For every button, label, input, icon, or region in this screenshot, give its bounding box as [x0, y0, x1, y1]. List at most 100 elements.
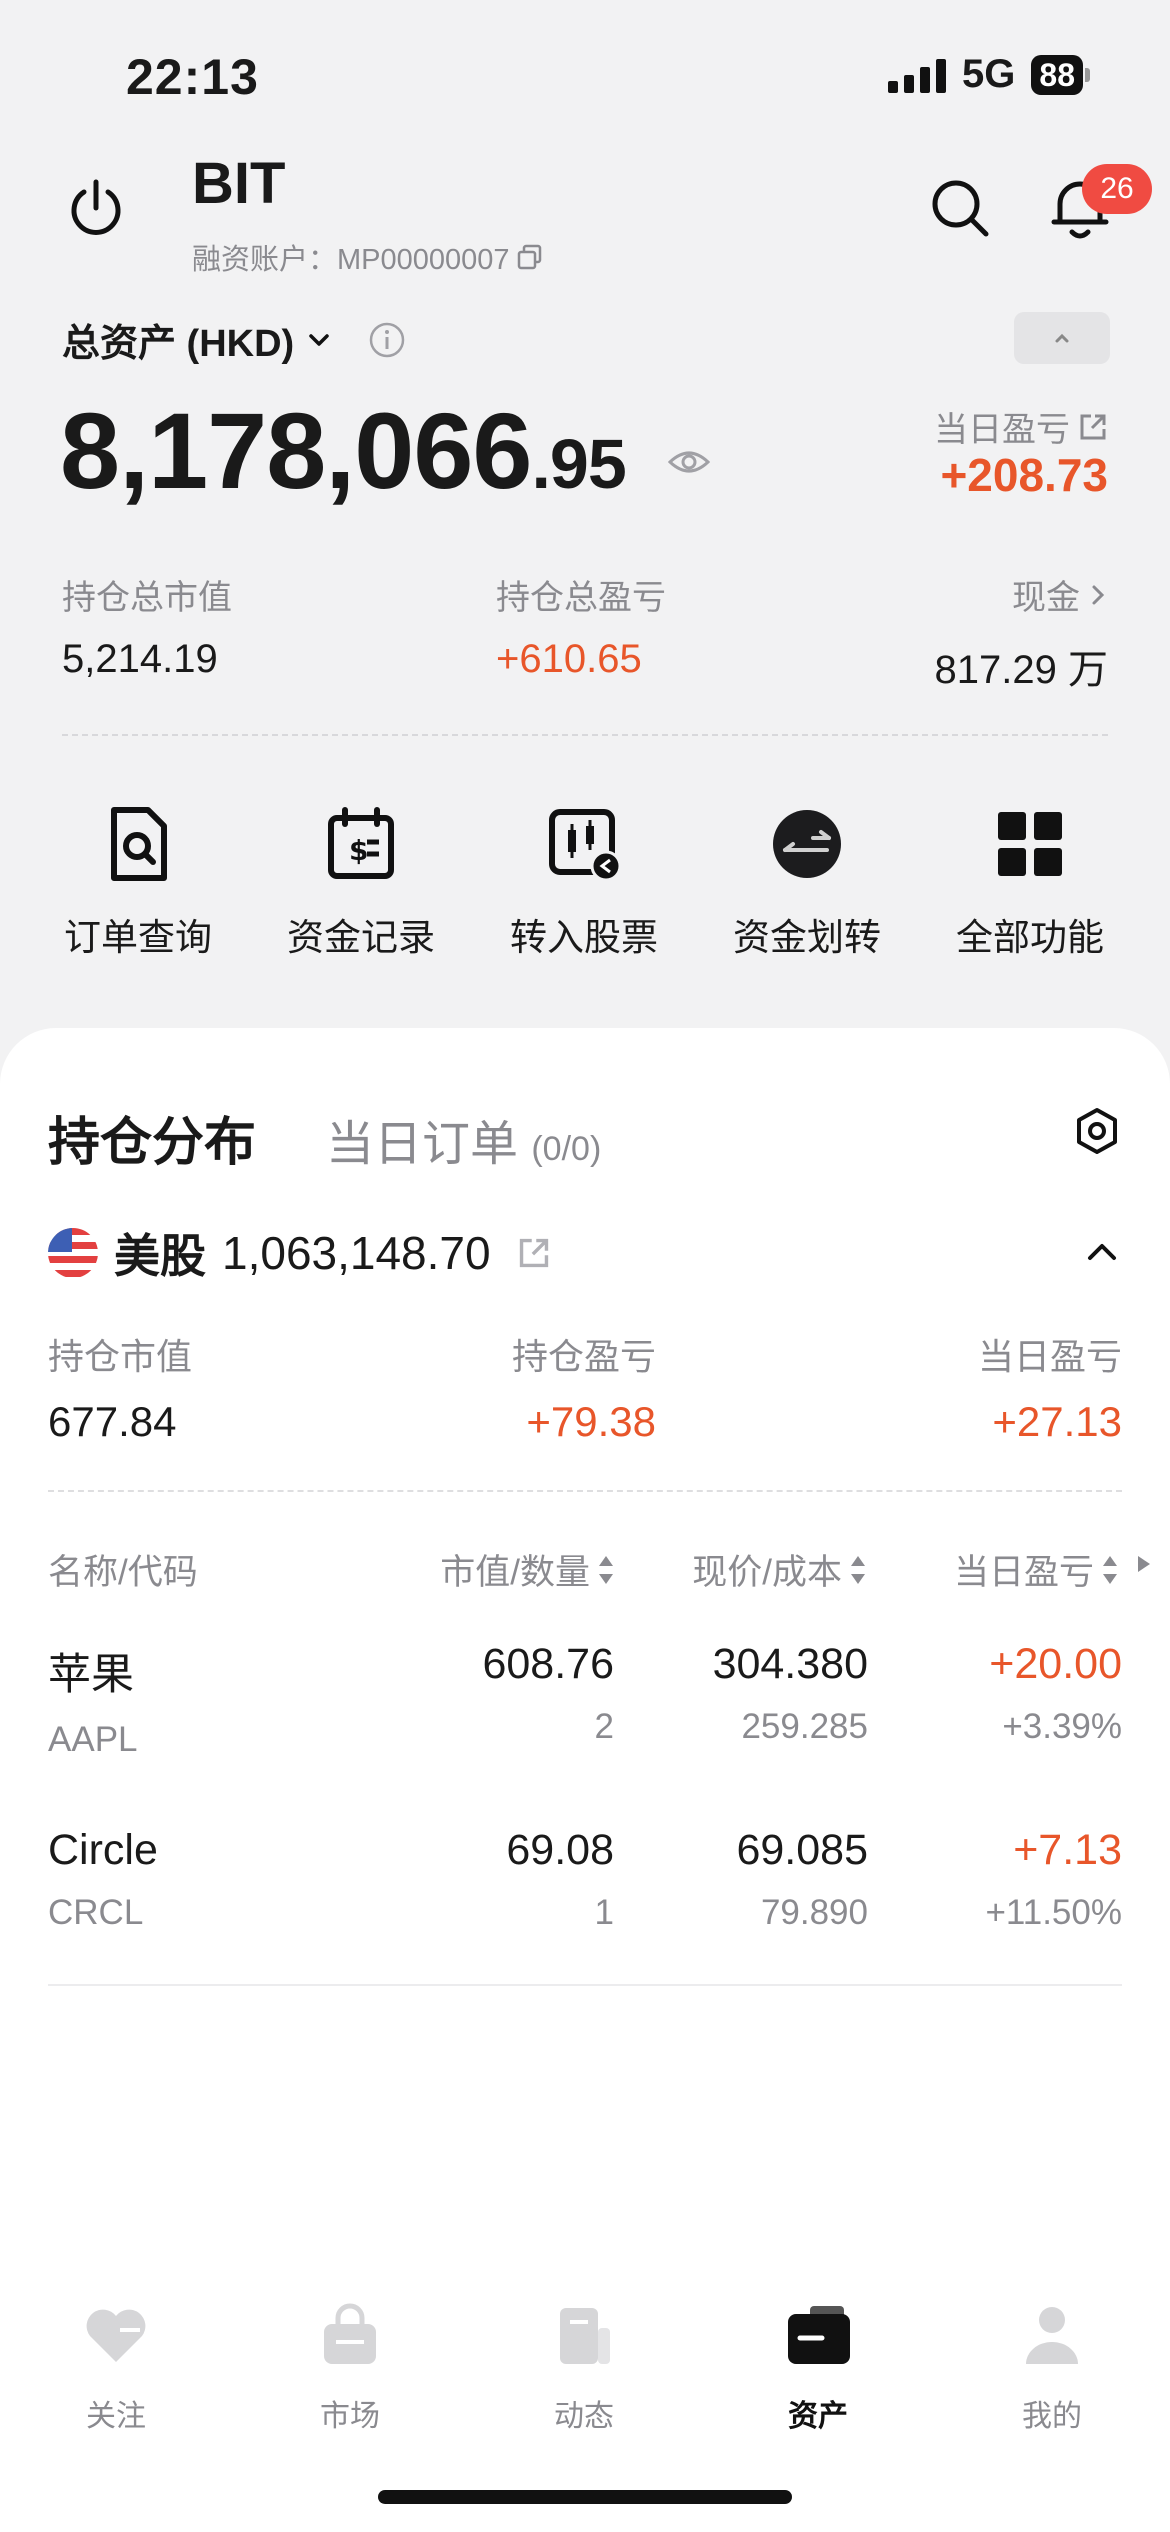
table-row[interactable]: 苹果 AAPL: [48, 1640, 138, 1760]
quick-action-order-search[interactable]: 订单查询: [28, 806, 248, 961]
stock-name: Circle: [48, 1826, 158, 1874]
cash-stat[interactable]: 现金 817.29 万: [935, 570, 1108, 695]
quick-action-label: 转入股票: [510, 917, 658, 958]
external-link-icon: [1080, 414, 1106, 439]
fund-transfer-icon: [773, 810, 841, 878]
col-name-code: 名称/代码: [48, 1544, 198, 1595]
quick-action-fund-transfer[interactable]: 资金划转: [697, 806, 917, 961]
account-subtitle: 融资账户：MP00000007: [192, 236, 544, 278]
quick-action-label: 订单查询: [64, 917, 212, 958]
day-pl-label: 当日盈亏: [934, 411, 1070, 449]
battery-level: 88: [1031, 54, 1083, 95]
holding-pl-label: 持仓盈亏: [511, 1336, 656, 1377]
col-mv-qty[interactable]: 市值/数量: [440, 1544, 614, 1595]
holding-value-stat: 持仓市值 677.84: [48, 1328, 192, 1446]
total-int: 8,178,066: [60, 390, 532, 511]
status-icons: 5G 88: [888, 52, 1090, 97]
cost-cell: 259.285: [741, 1707, 868, 1746]
chevron-down-icon: [309, 333, 329, 346]
market-total: 1,063,148.70: [222, 1227, 491, 1279]
quantity-cell: 1: [594, 1893, 614, 1932]
nav-watchlist[interactable]: 关注: [26, 2300, 206, 2435]
nav-market[interactable]: 市场: [260, 2300, 440, 2435]
nav-label: 关注: [86, 2400, 146, 2433]
market-value-cell: 69.08: [506, 1826, 614, 1874]
price-cell: 69.085: [736, 1826, 868, 1874]
settings-icon[interactable]: [1072, 1106, 1122, 1156]
collapse-summary-button[interactable]: [1014, 312, 1110, 364]
feed-icon: [560, 2308, 610, 2364]
col-day-pl[interactable]: 当日盈亏: [954, 1544, 1118, 1595]
day-pl-value: +208.73: [940, 449, 1108, 501]
divider: [48, 1984, 1122, 1986]
market-value-label: 持仓总市值: [62, 579, 232, 617]
day-pl-label: 当日盈亏: [977, 1336, 1122, 1377]
market-value-stat: 持仓总市值 5,214.19: [62, 570, 232, 682]
home-indicator[interactable]: [378, 2490, 792, 2504]
table-row[interactable]: Circle CRCL: [48, 1826, 158, 1933]
transfer-stock-icon: [549, 809, 622, 882]
shopping-bag-icon: [324, 2303, 376, 2364]
sort-icon: [1102, 1555, 1118, 1585]
nav-label: 资产: [788, 2400, 848, 2433]
nav-feed[interactable]: 动态: [494, 2300, 674, 2435]
chevron-up-icon[interactable]: [1082, 1232, 1122, 1272]
total-assets-label: 总资产 (HKD): [62, 323, 295, 365]
info-icon[interactable]: [368, 321, 406, 359]
tab-positions[interactable]: 持仓分布: [48, 1100, 256, 1175]
stock-code: AAPL: [48, 1720, 138, 1759]
chevron-right-icon: [1092, 585, 1105, 604]
eye-icon[interactable]: [668, 446, 710, 478]
col-price-cost[interactable]: 现价/成本: [692, 1544, 866, 1595]
day-pl-pct-cell: +11.50%: [985, 1893, 1122, 1932]
row-mv-qty: 608.76 2: [482, 1640, 614, 1747]
quick-action-label: 资金记录: [287, 917, 435, 958]
market-section-header[interactable]: 美股 1,063,148.70: [48, 1220, 551, 1286]
day-pl-stat: 当日盈亏 +27.13: [978, 1328, 1122, 1446]
stock-code: CRCL: [48, 1893, 144, 1932]
all-functions-icon: [998, 812, 1062, 876]
divider: [48, 1490, 1122, 1492]
quick-action-all-functions[interactable]: 全部功能: [920, 806, 1140, 961]
col-label: 现价/成本: [692, 1553, 842, 1592]
market-value-cell: 608.76: [482, 1640, 614, 1688]
nav-assets[interactable]: 资产: [728, 2300, 908, 2435]
copy-icon[interactable]: [516, 243, 544, 271]
row-mv-qty: 69.08 1: [506, 1826, 614, 1933]
stock-name: 苹果: [48, 1651, 134, 1699]
quick-action-label: 全部功能: [956, 917, 1104, 958]
col-label: 名称/代码: [48, 1553, 198, 1592]
quick-action-fund-record[interactable]: $ 资金记录: [251, 806, 471, 961]
nav-label: 动态: [554, 2400, 614, 2433]
nav-profile[interactable]: 我的: [962, 2300, 1142, 2435]
tab-today-orders-count: (0/0): [531, 1130, 602, 1168]
nav-label: 我的: [1022, 2400, 1082, 2433]
day-pl-cell: +7.13: [1013, 1826, 1122, 1874]
scroll-right-icon[interactable]: [1136, 1554, 1152, 1574]
total-pl-value: +610.65: [496, 637, 642, 681]
search-icon[interactable]: [928, 176, 992, 240]
account-name[interactable]: BIT: [192, 150, 285, 217]
holding-value-label: 持仓市值: [48, 1336, 193, 1377]
tab-today-orders-label: 当日订单: [326, 1118, 519, 1171]
row-day-pl: +20.00 +3.39%: [989, 1640, 1122, 1747]
quick-action-transfer-stock[interactable]: 转入股票: [474, 806, 694, 961]
col-label: 市值/数量: [440, 1553, 590, 1592]
cash-label: 现金: [1012, 579, 1080, 617]
quick-action-label: 资金划转: [733, 917, 881, 958]
power-icon[interactable]: [64, 176, 128, 240]
row-price-cost: 304.380 259.285: [713, 1640, 868, 1747]
wallet-icon: [788, 2306, 850, 2364]
quantity-cell: 2: [594, 1707, 614, 1746]
row-day-pl: +7.13 +11.50%: [985, 1826, 1122, 1933]
total-assets-value: 8,178,066.95: [60, 388, 627, 513]
battery-icon: 88: [1031, 54, 1090, 95]
chevron-up-icon: [1055, 333, 1069, 343]
nav-label: 市场: [320, 2400, 380, 2433]
total-assets-selector[interactable]: 总资产 (HKD): [62, 312, 406, 367]
market-value: 5,214.19: [62, 637, 218, 681]
tab-today-orders[interactable]: 当日订单 (0/0): [326, 1104, 601, 1174]
day-pl-link[interactable]: 当日盈亏: [934, 402, 1108, 451]
external-link-icon[interactable]: [517, 1236, 551, 1270]
account-number: 融资账户：MP00000007: [192, 244, 510, 276]
